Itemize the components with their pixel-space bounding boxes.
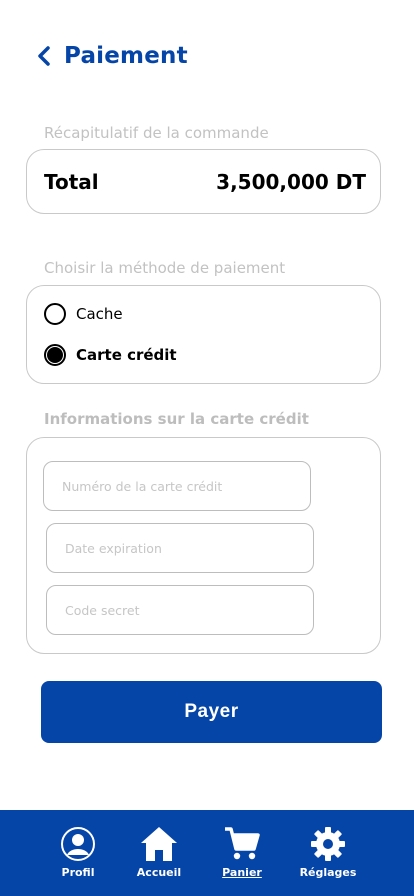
order-total-card: Total 3,500,000 DT — [26, 149, 381, 214]
total-value: 3,500,000 DT — [216, 169, 366, 194]
user-icon — [58, 824, 98, 864]
nav-item-profil[interactable]: Profil — [56, 810, 100, 896]
radio-unselected[interactable] — [44, 303, 66, 325]
nav-item-reglages[interactable]: Réglages — [300, 810, 356, 896]
total-label: Total — [44, 169, 99, 194]
order-summary-label: Récapitulatif de la commande — [44, 124, 269, 142]
payment-option-label: Carte crédit — [76, 346, 177, 364]
bottom-nav: Profil Accueil Panier Réglages — [0, 810, 414, 896]
nav-label: Accueil — [136, 866, 182, 879]
page-title: Paiement — [64, 43, 188, 69]
payment-option-credit-card[interactable]: Carte crédit — [44, 344, 177, 366]
nav-item-panier[interactable]: Panier — [220, 810, 264, 896]
nav-label: Profil — [61, 866, 95, 879]
gear-icon — [308, 824, 348, 864]
nav-item-accueil[interactable]: Accueil — [136, 810, 182, 896]
payment-method-card: Cache Carte crédit — [26, 285, 381, 384]
cart-icon — [222, 824, 262, 864]
secret-code-input[interactable] — [46, 585, 314, 635]
pay-button[interactable]: Payer — [41, 681, 382, 743]
card-info-label: Informations sur la carte crédit — [44, 410, 309, 428]
chevron-left-icon[interactable] — [34, 44, 54, 68]
home-icon — [139, 824, 179, 864]
payment-option-label: Cache — [76, 305, 123, 323]
radio-selected[interactable] — [44, 344, 66, 366]
payment-method-label: Choisir la méthode de paiement — [44, 259, 286, 277]
header: Paiement — [34, 40, 188, 72]
expiration-date-input[interactable] — [46, 523, 314, 573]
nav-label: Panier — [222, 866, 262, 879]
payment-option-cache[interactable]: Cache — [44, 303, 123, 325]
nav-label: Réglages — [299, 866, 357, 879]
card-number-input[interactable] — [43, 461, 311, 511]
